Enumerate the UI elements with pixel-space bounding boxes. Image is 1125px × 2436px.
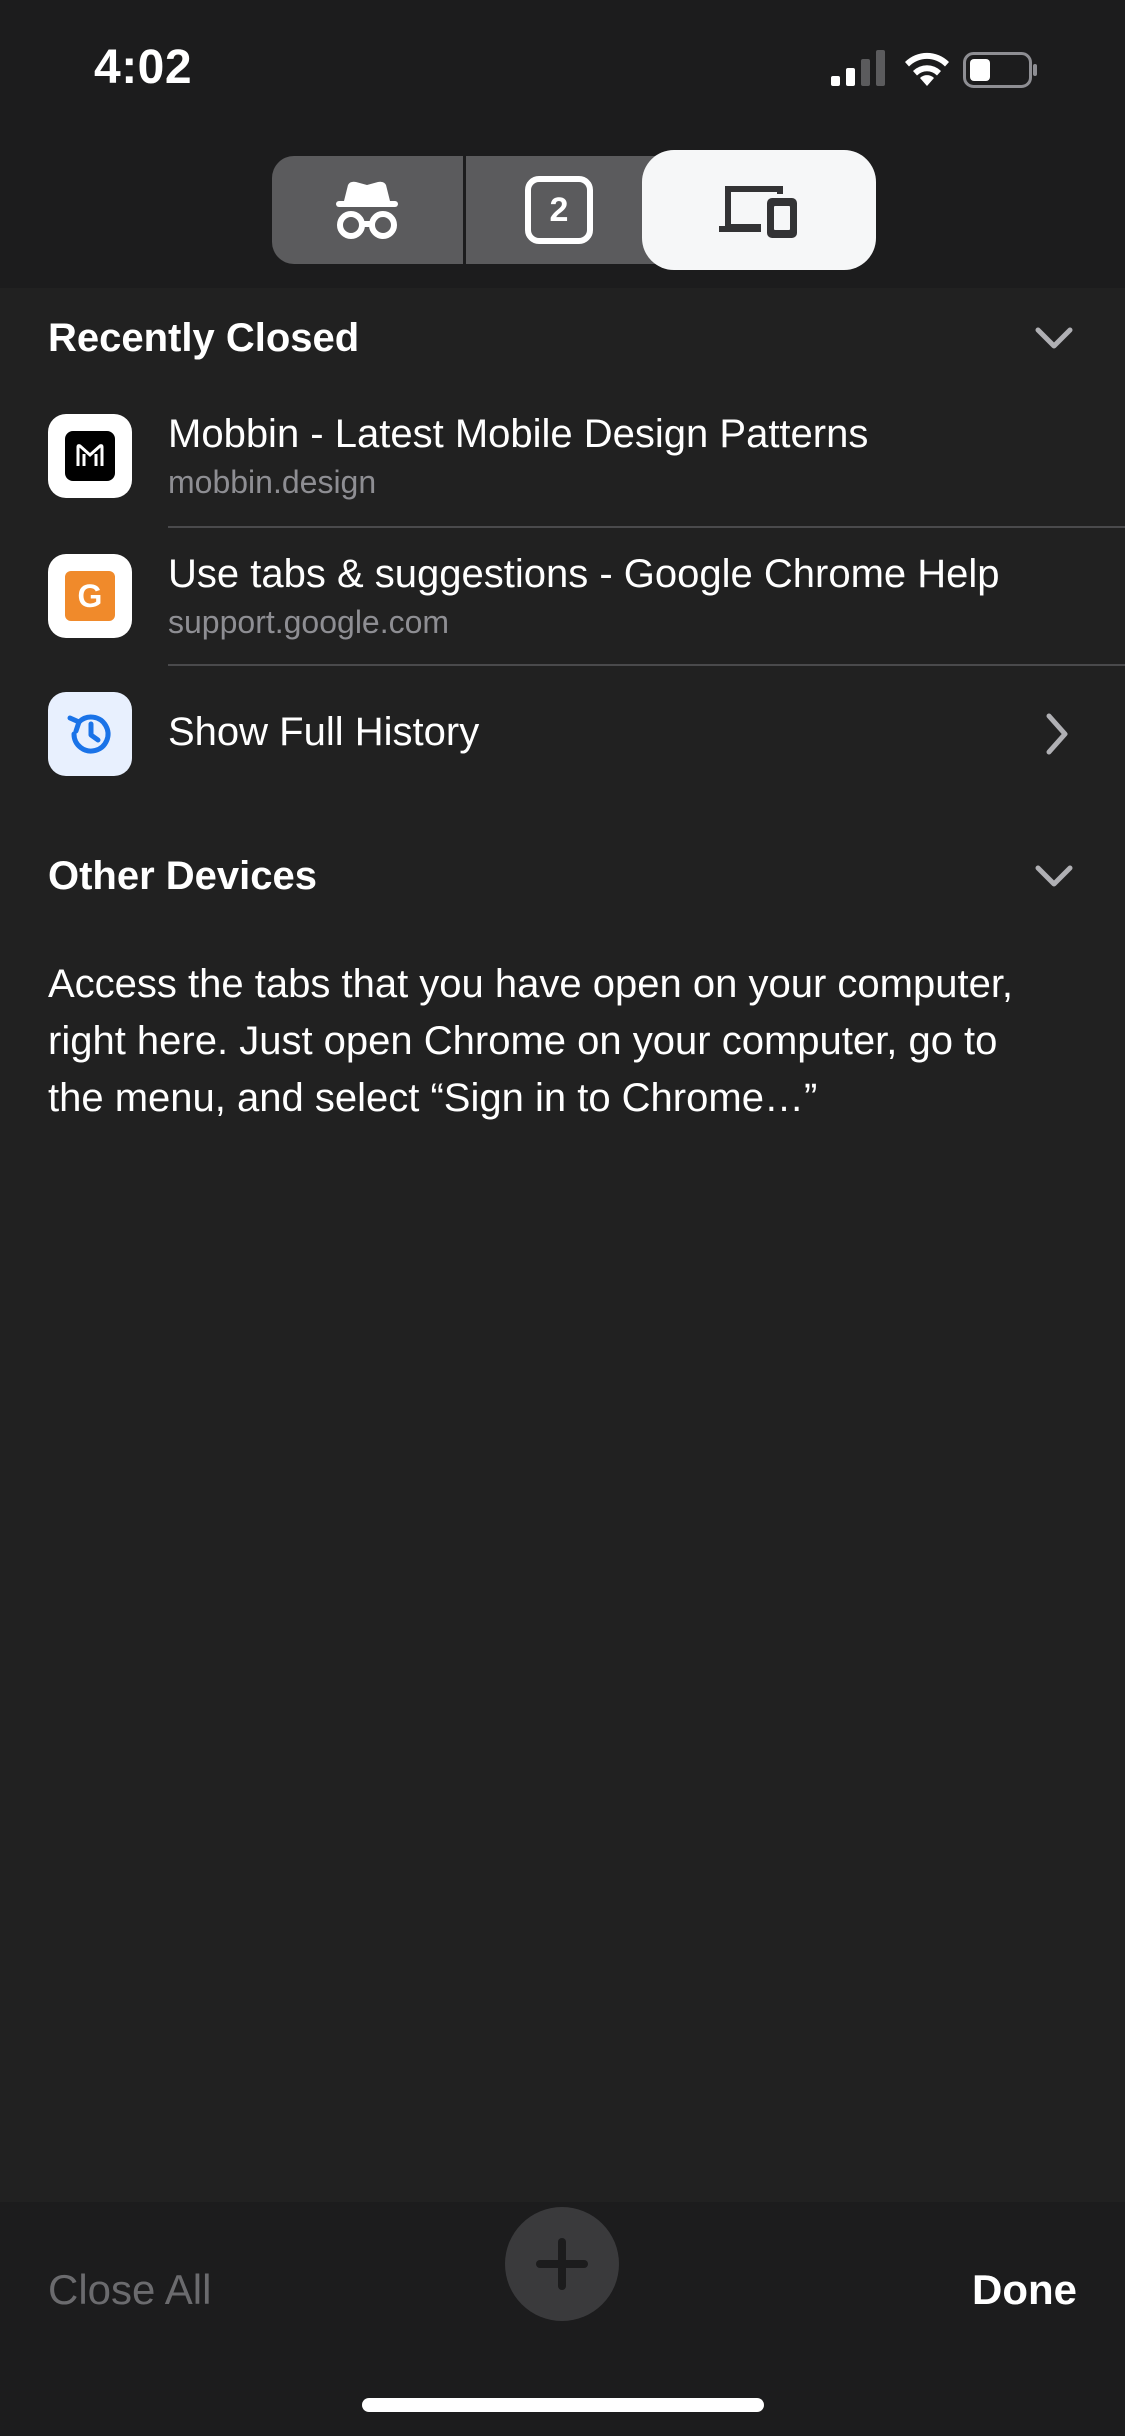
chevron-down-icon — [1035, 865, 1073, 887]
tab-count-icon: 2 — [525, 176, 593, 244]
google-favicon-icon: G — [48, 554, 132, 638]
other-devices-button[interactable] — [642, 150, 876, 270]
devices-icon — [719, 186, 797, 238]
home-indicator[interactable] — [362, 2398, 764, 2412]
cellular-signal-icon — [831, 50, 885, 86]
mobbin-favicon-icon — [48, 414, 132, 498]
incognito-icon — [336, 181, 398, 239]
tab-count: 2 — [549, 190, 569, 229]
show-full-history-row[interactable]: Show Full History — [0, 668, 1125, 798]
recently-closed-item[interactable]: Mobbin - Latest Mobile Design Patterns m… — [0, 372, 1125, 528]
other-devices-title: Other Devices — [48, 853, 318, 898]
recently-closed-item-url: mobbin.design — [168, 464, 377, 500]
show-full-history-label: Show Full History — [168, 710, 480, 754]
recently-closed-item-title: Mobbin - Latest Mobile Design Patterns — [168, 412, 869, 456]
recently-closed-title: Recently Closed — [48, 315, 360, 360]
recently-closed-item-url: support.google.com — [168, 604, 450, 640]
chevron-right-icon — [1046, 713, 1068, 755]
recently-closed-header[interactable]: Recently Closed — [48, 308, 1078, 368]
other-devices-header[interactable]: Other Devices — [48, 846, 1078, 906]
google-favicon-letter: G — [65, 571, 115, 621]
open-tabs-button[interactable]: 2 — [466, 156, 652, 264]
status-time: 4:02 — [94, 41, 193, 94]
recently-closed-item[interactable]: G Use tabs & suggestions - Google Chrome… — [0, 528, 1125, 668]
history-icon — [48, 692, 132, 776]
row-divider — [168, 664, 1125, 666]
wifi-icon — [905, 52, 949, 86]
done-button[interactable]: Done — [972, 2266, 1077, 2314]
plus-icon — [536, 2238, 588, 2290]
other-devices-message: Access the tabs that you have open on yo… — [48, 962, 1014, 1120]
top-bar: 4:02 2 — [0, 0, 1125, 288]
recently-closed-item-title: Use tabs & suggestions - Google Chrome H… — [168, 552, 1000, 596]
battery-icon — [963, 52, 1037, 88]
new-tab-button[interactable] — [505, 2207, 619, 2321]
incognito-tabs-button[interactable] — [272, 156, 462, 264]
chevron-down-icon — [1035, 327, 1073, 349]
close-all-button[interactable]: Close All — [48, 2266, 211, 2314]
tab-switcher-segmented-control: 2 — [272, 150, 876, 270]
